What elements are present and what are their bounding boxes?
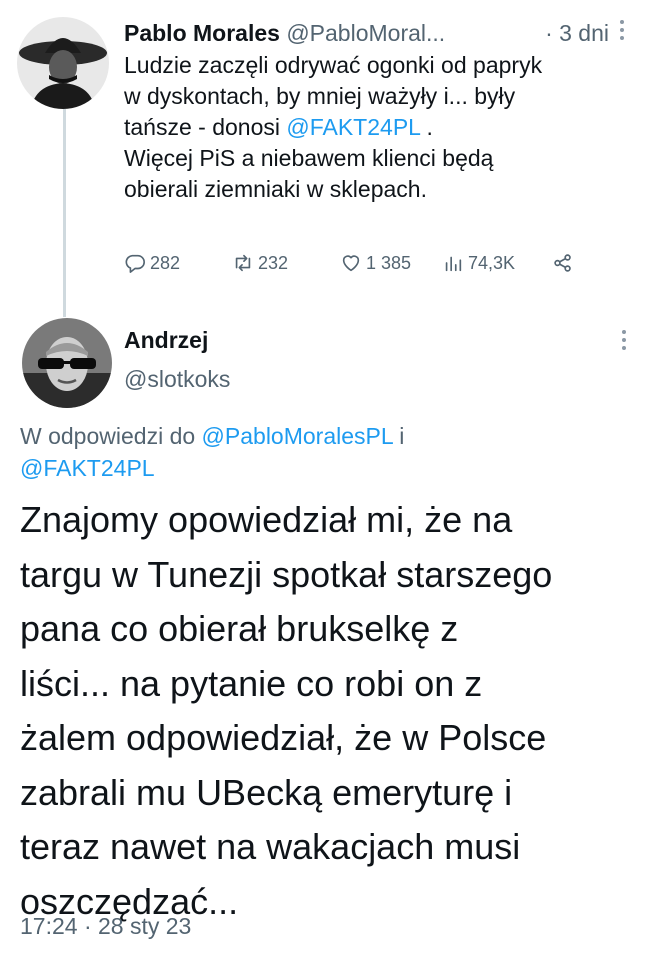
reply-tweet-line: Znajomy opowiedział mi, że na [20,499,513,540]
reply-tweet-more-icon[interactable] [614,330,634,350]
views-icon [445,256,462,272]
original-tweet-line: Ludzie zaczęli odrywać ogonki od papryk [124,52,543,78]
reply-tweet-line: żalem odpowiedział, że w Polsce [20,717,547,758]
share-button[interactable] [552,248,574,278]
reply-tweet-line: teraz nawet na wakacjach musi [20,826,521,867]
replying-to-label: W odpowiedzi do [20,423,202,449]
fakt24pl-mention-link[interactable]: @FAKT24PL [286,114,420,140]
reply-tweet-author-name[interactable]: Andrzej [124,325,208,355]
reply-tweet-line: pana co obierał brukselkę z [20,608,459,649]
reply-icon [125,254,145,273]
share-icon [554,254,571,272]
original-tweet-line: Więcej PiS a niebawem klienci będą [124,145,494,171]
original-tweet-line: tańsze - donosi @FAKT24PL . [124,112,624,143]
reply-tweet-timestamp[interactable]: 17:24 · 28 sty 23 [20,911,191,941]
original-tweet-time-wrap: · 3 dni [539,18,609,48]
retweet-button[interactable]: 232 [232,248,288,278]
replying-to-context: W odpowiedzi do @PabloMoralesPL i @FAKT2… [20,420,620,484]
original-tweet-time[interactable]: 3 dni [559,20,609,46]
original-tweet-handle[interactable]: @PabloMoral... [286,20,445,46]
like-count: 1 385 [366,252,412,273]
replying-to-conjunction: i [392,423,405,449]
pablo-morales-avatar[interactable] [17,17,109,109]
pablo-morales-avatar-image [17,17,109,109]
retweet-count: 232 [258,252,289,273]
original-tweet-line: w dyskontach, by mniej ważyły i... były [124,83,516,109]
reply-tweet-line: liści... na pytanie co robi on z [20,662,483,704]
reply-tweet-text: Znajomy opowiedział mi, że na targu w Tu… [20,493,645,929]
original-tweet-header: Pablo Morales @PabloMoral... · 3 dni [124,18,609,48]
views-button[interactable]: 74,3K [442,248,515,278]
original-tweet-actions: 282 232 1 385 74,3K [124,248,604,278]
pablomoralespl-mention-link[interactable]: @PabloMoralesPL [202,423,393,449]
original-tweet-line-suffix: . [420,114,433,140]
original-tweet-text: Ludzie zaczęli odrywać ogonki od papryk … [124,50,624,205]
original-tweet-line: obierali ziemniaki w sklepach. [124,176,427,202]
like-button[interactable]: 1 385 [340,248,411,278]
andrzej-avatar[interactable] [22,318,112,408]
reply-button[interactable]: 282 [124,248,180,278]
retweet-icon [235,254,251,272]
fakt24pl-reply-mention-link[interactable]: @FAKT24PL [20,455,155,481]
thread-connector-line [63,92,66,317]
reply-tweet-line: targu w Tunezji spotkał starszego [20,553,553,595]
original-tweet-author-name[interactable]: Pablo Morales [124,20,280,46]
like-icon [342,255,360,272]
reply-tweet-line: zabrali mu UBecką emeryturę i [20,771,513,813]
original-tweet-separator: · [545,20,553,46]
original-tweet-more-icon[interactable] [612,20,632,40]
reply-count: 282 [150,252,181,273]
andrzej-avatar-image [22,318,112,408]
reply-tweet-handle[interactable]: @slotkoks [124,364,230,394]
original-tweet-line-text: tańsze - donosi [124,114,287,140]
views-count: 74,3K [468,252,516,273]
